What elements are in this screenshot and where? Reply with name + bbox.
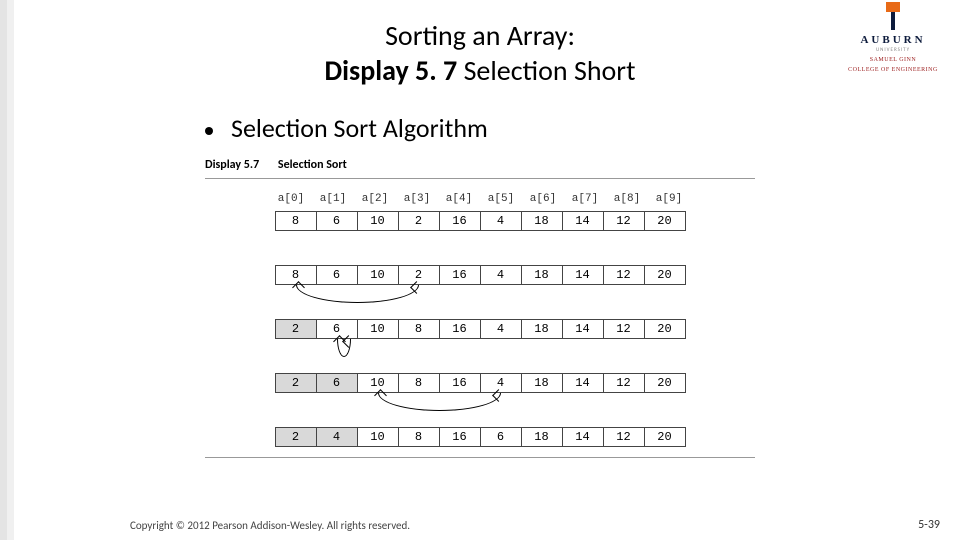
array-cell: 20 xyxy=(644,373,686,393)
array-cell: 14 xyxy=(562,265,604,285)
array-cell: 2 xyxy=(275,427,317,447)
array-cell: 8 xyxy=(275,265,317,285)
title-rest: Selection Short xyxy=(457,53,635,88)
array-cell: 16 xyxy=(439,427,481,447)
page-number: 5-39 xyxy=(918,518,940,532)
array-index-label: a[5] xyxy=(480,193,522,205)
array-cell: 10 xyxy=(357,427,399,447)
figure-caption: Display 5.7 Selection Sort xyxy=(205,158,755,172)
auburn-logo-sub: UNIVERSITY xyxy=(838,47,948,53)
array-index-label: a[2] xyxy=(354,193,396,205)
auburn-logo-mark xyxy=(880,2,906,32)
array-index-label: a[6] xyxy=(522,193,564,205)
array-cell: 2 xyxy=(398,211,440,231)
array-cell: 4 xyxy=(480,373,522,393)
array-cell: 16 xyxy=(439,319,481,339)
college-name-1: SAMUEL GINN xyxy=(838,57,948,63)
array-cell: 10 xyxy=(357,319,399,339)
array-cell: 16 xyxy=(439,373,481,393)
college-name-2: COLLEGE OF ENGINEERING xyxy=(838,67,948,73)
array-cell: 2 xyxy=(275,319,317,339)
array-cell: 4 xyxy=(480,319,522,339)
array-cell: 14 xyxy=(562,373,604,393)
array-cell: 8 xyxy=(398,427,440,447)
array-cell: 18 xyxy=(521,427,563,447)
array-cell: 6 xyxy=(480,427,522,447)
swap-arrow xyxy=(337,339,351,357)
array-row: 8610216418141220 xyxy=(205,265,755,285)
array-cell: 18 xyxy=(521,265,563,285)
title-line-2: Display 5. 7 Selection Short xyxy=(260,53,700,88)
swap-arrow xyxy=(296,285,419,303)
array-index-label: a[7] xyxy=(564,193,606,205)
auburn-logo-text: AUBURN xyxy=(838,34,948,46)
array-cell: 14 xyxy=(562,427,604,447)
array-cell: 20 xyxy=(644,211,686,231)
array-index-label: a[1] xyxy=(312,193,354,205)
array-rows-container: 8610216418141220861021641814122026108164… xyxy=(205,211,755,447)
array-index-label: a[8] xyxy=(606,193,648,205)
copyright-text: Copyright © 2012 Pearson Addison-Wesley.… xyxy=(130,519,410,532)
array-cell: 10 xyxy=(357,265,399,285)
array-cell: 18 xyxy=(521,373,563,393)
slide-title: Sorting an Array: Display 5. 7 Selection… xyxy=(260,18,700,88)
array-cell: 6 xyxy=(316,319,358,339)
array-cell: 8 xyxy=(275,211,317,231)
array-cell: 12 xyxy=(603,211,645,231)
array-cell: 14 xyxy=(562,319,604,339)
array-cell: 2 xyxy=(275,373,317,393)
left-decorative-strip xyxy=(0,0,14,540)
array-row: 8610216418141220 xyxy=(205,211,755,231)
array-cell: 10 xyxy=(357,373,399,393)
auburn-logo: AUBURN UNIVERSITY SAMUEL GINN COLLEGE OF… xyxy=(838,2,948,73)
array-row: 2610816418141220 xyxy=(205,373,755,393)
array-row: 2410816618141220 xyxy=(205,427,755,447)
array-cell: 16 xyxy=(439,211,481,231)
array-cell: 20 xyxy=(644,427,686,447)
array-cell: 12 xyxy=(603,265,645,285)
title-bold-part: Display 5. 7 xyxy=(325,53,458,88)
title-line-1: Sorting an Array: xyxy=(260,18,700,53)
figure-caption-name: Selection Sort xyxy=(278,158,347,172)
array-row: 2610816418141220 xyxy=(205,319,755,339)
bullet-item: Selection Sort Algorithm xyxy=(205,112,488,144)
array-cell: 2 xyxy=(398,265,440,285)
bullet-text: Selection Sort Algorithm xyxy=(231,112,488,144)
array-index-label: a[9] xyxy=(648,193,690,205)
array-cell: 4 xyxy=(316,427,358,447)
array-index-label: a[3] xyxy=(396,193,438,205)
array-cell: 20 xyxy=(644,319,686,339)
array-cell: 6 xyxy=(316,373,358,393)
figure-rule-top xyxy=(205,178,755,179)
array-cell: 18 xyxy=(521,211,563,231)
array-cell: 4 xyxy=(480,265,522,285)
array-cell: 6 xyxy=(316,265,358,285)
array-index-label: a[4] xyxy=(438,193,480,205)
array-cell: 12 xyxy=(603,319,645,339)
array-cell: 4 xyxy=(480,211,522,231)
array-cell: 6 xyxy=(316,211,358,231)
figure-caption-label: Display 5.7 xyxy=(205,158,259,172)
array-cell: 14 xyxy=(562,211,604,231)
array-index-row: a[0]a[1]a[2]a[3]a[4]a[5]a[6]a[7]a[8]a[9] xyxy=(205,193,755,205)
figure-container: Display 5.7 Selection Sort a[0]a[1]a[2]a… xyxy=(205,158,755,458)
array-index-label: a[0] xyxy=(270,193,312,205)
array-cell: 8 xyxy=(398,319,440,339)
figure-rule-bottom xyxy=(205,457,755,458)
bullet-dot-icon xyxy=(205,127,213,135)
array-cell: 8 xyxy=(398,373,440,393)
array-cell: 12 xyxy=(603,373,645,393)
swap-arrow xyxy=(378,393,501,411)
array-cell: 18 xyxy=(521,319,563,339)
array-cell: 10 xyxy=(357,211,399,231)
array-cell: 20 xyxy=(644,265,686,285)
array-cell: 12 xyxy=(603,427,645,447)
array-cell: 16 xyxy=(439,265,481,285)
